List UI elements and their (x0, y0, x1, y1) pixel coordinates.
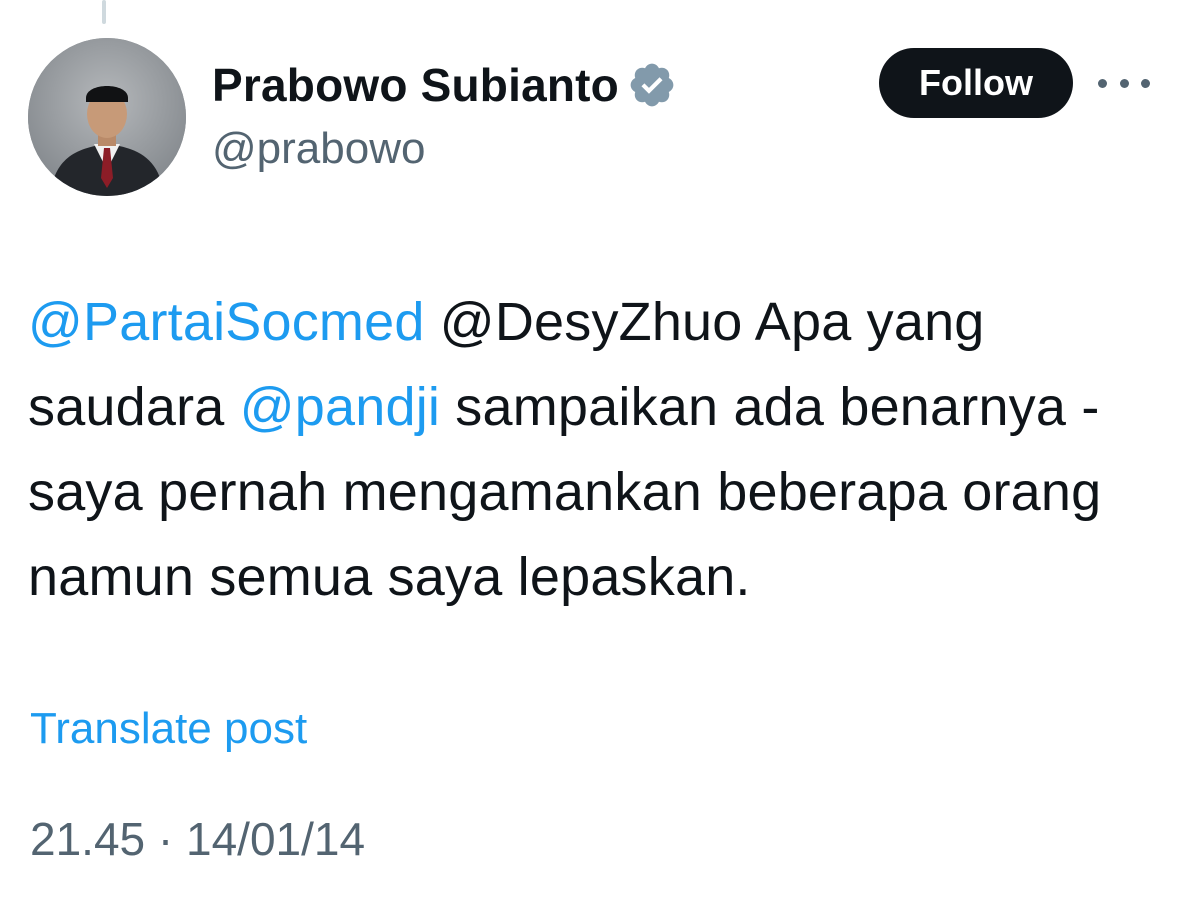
meta-separator: · (145, 813, 187, 865)
tweet-detail-page: Prabowo Subianto @prabowo Follow @Partai… (0, 0, 1179, 912)
timestamp[interactable]: 21.45 · 14/01/14 (30, 812, 365, 866)
more-dot (1119, 78, 1129, 88)
tweet-body: @PartaiSocmed @DesyZhuo Apa yang saudara… (28, 280, 1153, 620)
post-date: 14/01/14 (186, 813, 366, 865)
mention-link-partaisocmed[interactable]: @PartaiSocmed (28, 292, 425, 352)
profile-photo-icon (28, 38, 186, 196)
mention-link-pandji[interactable]: @pandji (240, 377, 440, 437)
avatar[interactable] (28, 38, 186, 196)
thread-connector-line (102, 0, 106, 24)
more-dot (1098, 78, 1107, 88)
follow-button[interactable]: Follow (879, 48, 1073, 118)
translate-post-link[interactable]: Translate post (30, 704, 307, 754)
verified-badge-icon[interactable] (627, 60, 677, 110)
post-time: 21.45 (30, 813, 146, 865)
author-handle[interactable]: @prabowo (212, 124, 425, 174)
author-name-row: Prabowo Subianto (212, 56, 677, 114)
more-dot (1141, 78, 1150, 88)
more-options-icon[interactable] (1098, 68, 1150, 98)
author-display-name[interactable]: Prabowo Subianto (212, 58, 619, 112)
